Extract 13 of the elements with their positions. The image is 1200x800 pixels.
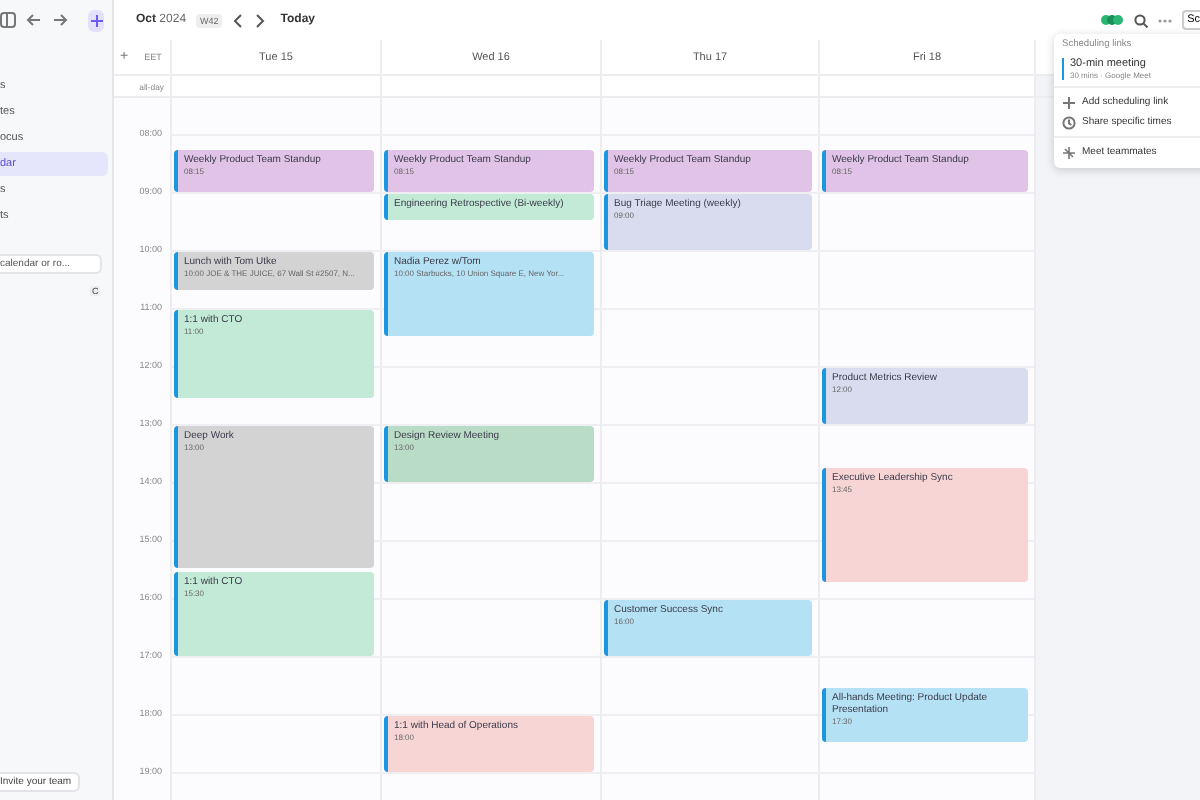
plus-icon (1062, 95, 1076, 109)
color-dots-icon[interactable] (1099, 14, 1124, 26)
back-arrow-icon[interactable] (26, 12, 42, 28)
clock-icon (1062, 115, 1076, 129)
forward-arrow-icon[interactable] (52, 12, 68, 28)
new-button[interactable] (88, 9, 104, 31)
sidebar-toggle-icon[interactable] (0, 12, 16, 28)
search-icon[interactable] (1133, 13, 1148, 27)
more-icon[interactable] (1157, 17, 1172, 23)
plus-icon (89, 13, 103, 27)
sparkle-icon (1062, 145, 1076, 159)
chevron-left-icon[interactable] (232, 13, 245, 27)
chevron-right-icon[interactable] (254, 13, 267, 27)
